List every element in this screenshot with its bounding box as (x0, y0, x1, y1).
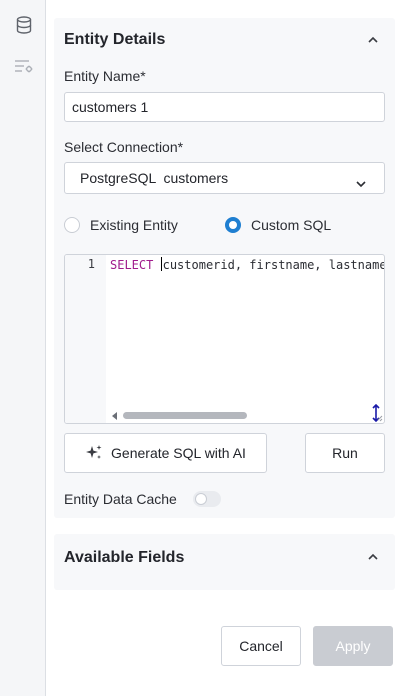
text-cursor (160, 257, 162, 271)
code-line[interactable]: SELECT customerid, firstname, lastname (110, 257, 385, 272)
sql-columns: customerid, firstname, lastname (162, 258, 385, 272)
line-number: 1 (87, 257, 95, 271)
entity-details-title: Entity Details (64, 31, 166, 48)
radio-custom-dot[interactable] (225, 217, 241, 233)
entity-name-input[interactable] (64, 92, 385, 122)
connection-label: Select Connection* (64, 139, 184, 155)
available-fields-title: Available Fields (64, 549, 185, 566)
editor-gutter: 1 (65, 255, 106, 423)
database-icon[interactable] (14, 15, 34, 35)
horizontal-scrollbar[interactable] (111, 411, 261, 421)
cancel-button[interactable]: Cancel (221, 626, 301, 666)
connection-select[interactable]: PostgreSQL customers (64, 162, 385, 194)
available-fields-panel[interactable]: Available Fields (54, 534, 395, 590)
generate-sql-ai-label: Generate SQL with AI (111, 445, 246, 461)
entity-data-cache-label: Entity Data Cache (64, 491, 177, 507)
left-rail (0, 0, 46, 696)
radio-existing-label: Existing Entity (90, 217, 178, 233)
resize-handle-icon[interactable] (369, 403, 383, 423)
entity-name-label: Entity Name* (64, 68, 146, 84)
scroll-left-icon[interactable] (111, 411, 119, 421)
filter-settings-icon[interactable] (14, 56, 34, 76)
chevron-down-icon (354, 171, 368, 188)
generate-sql-ai-button[interactable]: Generate SQL with AI (64, 433, 267, 473)
toggle-knob (195, 493, 207, 505)
sql-editor[interactable]: 1 SELECT customerid, firstname, lastname (64, 254, 385, 424)
connection-value: PostgreSQL customers (80, 170, 229, 186)
radio-existing-dot[interactable] (64, 217, 80, 233)
sql-keyword: SELECT (110, 258, 154, 272)
apply-button[interactable]: Apply (313, 626, 393, 666)
scrollbar-thumb[interactable] (123, 412, 247, 419)
radio-custom-label: Custom SQL (251, 217, 332, 233)
radio-custom-sql[interactable]: Custom SQL (225, 216, 331, 234)
entity-data-cache-toggle[interactable] (193, 491, 221, 507)
run-button[interactable]: Run (305, 433, 385, 473)
chevron-up-icon[interactable] (365, 549, 381, 565)
chevron-up-icon[interactable] (365, 32, 381, 48)
sparkle-icon (85, 444, 103, 462)
radio-existing-entity[interactable]: Existing Entity (64, 216, 178, 234)
